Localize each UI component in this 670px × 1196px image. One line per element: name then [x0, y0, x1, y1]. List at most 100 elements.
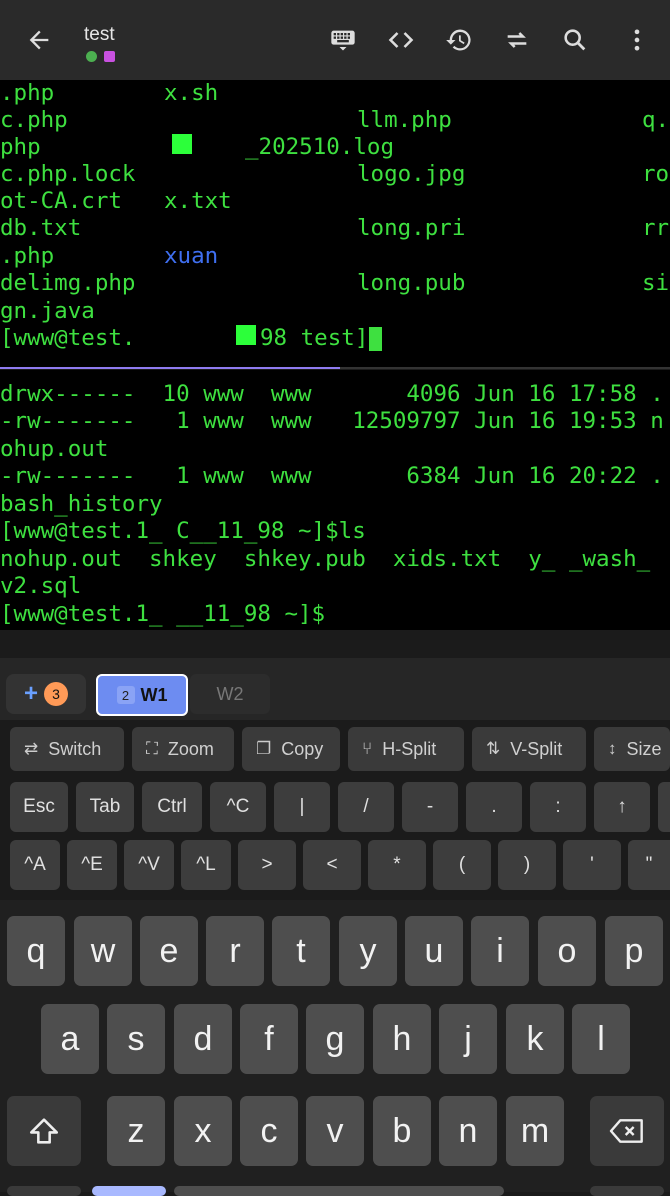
- key-ctrl-v[interactable]: ^V: [124, 840, 174, 890]
- add-window-button[interactable]: + 3: [6, 674, 86, 714]
- key-n[interactable]: n: [439, 1096, 497, 1166]
- pane-divider-active[interactable]: [0, 367, 340, 369]
- terminal-line: delimg.php long.pub si: [0, 270, 670, 296]
- swap-icon[interactable]: [499, 22, 535, 58]
- key-r[interactable]: r: [206, 916, 264, 986]
- terminal-line: v2.sql: [0, 573, 82, 599]
- search-icon[interactable]: [557, 22, 593, 58]
- terminal-line: -rw------- 1 www www 12509797 Jun 16 19:…: [0, 408, 664, 434]
- key-partial[interactable]: [658, 782, 670, 832]
- bottom-row-key[interactable]: [7, 1186, 81, 1196]
- terminal-line: c.php.lock logo.jpg ro: [0, 161, 670, 187]
- tab-w1[interactable]: 2 W1: [96, 674, 188, 716]
- key-i[interactable]: i: [471, 916, 529, 986]
- zoom-icon: ⛶: [146, 739, 158, 758]
- button-label: Zoom: [167, 738, 214, 759]
- key-z[interactable]: z: [107, 1096, 165, 1166]
- key-ctrl-l[interactable]: ^L: [181, 840, 231, 890]
- terminal-line: .php xuan: [0, 243, 219, 269]
- key-c[interactable]: c: [240, 1096, 298, 1166]
- terminal-line: ohup.out: [0, 436, 109, 462]
- key-b[interactable]: b: [373, 1096, 431, 1166]
- terminal-pane-top[interactable]: .php x.sh c.php llm.php q. php _202510.log c…: [0, 80, 670, 368]
- key-e[interactable]: e: [140, 916, 198, 986]
- key-q[interactable]: q: [7, 916, 65, 986]
- key-y[interactable]: y: [339, 916, 397, 986]
- key-ctrl-c[interactable]: ^C: [210, 782, 266, 832]
- key-close-paren[interactable]: ): [498, 840, 556, 890]
- terminal-pane-bottom[interactable]: drwx------ 10 www www 4096 Jun 16 17:58 …: [0, 370, 670, 630]
- shift-key[interactable]: [7, 1096, 81, 1166]
- key-dot[interactable]: .: [466, 782, 522, 832]
- terminal-line: bash_history: [0, 491, 163, 517]
- key-up-arrow[interactable]: ↑: [594, 782, 650, 832]
- key-s[interactable]: s: [107, 1004, 165, 1074]
- bottom-row-key[interactable]: [590, 1186, 664, 1196]
- key-a[interactable]: a: [41, 1004, 99, 1074]
- pane-divider: [340, 367, 670, 369]
- terminal-prompt: [www@test. 98 test]$: [0, 325, 382, 351]
- key-x[interactable]: x: [174, 1096, 232, 1166]
- h-split-button[interactable]: ⑂ H-Split: [348, 727, 464, 771]
- terminal-line: gn.java: [0, 298, 95, 324]
- key-k[interactable]: k: [506, 1004, 564, 1074]
- key-j[interactable]: j: [439, 1004, 497, 1074]
- terminal-line: c.php llm.php q.: [0, 107, 670, 133]
- status-indicators: [86, 51, 115, 62]
- bottom-row-key[interactable]: [92, 1186, 166, 1196]
- key-d[interactable]: d: [174, 1004, 232, 1074]
- backspace-key[interactable]: [590, 1096, 664, 1166]
- key-p[interactable]: p: [605, 916, 663, 986]
- copy-button[interactable]: ❐ Copy: [242, 727, 340, 771]
- terminal-line: db.txt long.pri rr: [0, 215, 670, 241]
- key-ctrl[interactable]: Ctrl: [142, 782, 202, 832]
- key-open-paren[interactable]: (: [433, 840, 491, 890]
- button-label: Switch: [48, 738, 102, 759]
- key-single-quote[interactable]: ': [563, 840, 621, 890]
- more-vert-icon[interactable]: [619, 22, 655, 58]
- key-double-quote[interactable]: ": [628, 840, 670, 890]
- key-colon[interactable]: :: [530, 782, 586, 832]
- key-greater-than[interactable]: >: [238, 840, 296, 890]
- key-h[interactable]: h: [373, 1004, 431, 1074]
- plus-icon: +: [23, 680, 38, 707]
- window-count-badge: 3: [44, 682, 68, 706]
- terminal-line: php _202510.log: [0, 134, 395, 160]
- key-ctrl-e[interactable]: ^E: [67, 840, 117, 890]
- spacebar-key[interactable]: [174, 1186, 504, 1196]
- key-ctrl-a[interactable]: ^A: [10, 840, 60, 890]
- pane-count-badge: 2: [116, 686, 135, 704]
- key-asterisk[interactable]: *: [368, 840, 426, 890]
- zoom-button[interactable]: ⛶ Zoom: [132, 727, 234, 771]
- key-w[interactable]: w: [74, 916, 132, 986]
- size-button[interactable]: ↕ Size: [594, 727, 670, 771]
- switch-button[interactable]: ⇄ Switch: [10, 727, 124, 771]
- session-title: test: [84, 24, 115, 45]
- soft-keyboard: q w e r t y u i o p a s d f g h j k l z …: [0, 900, 670, 1196]
- key-t[interactable]: t: [272, 916, 330, 986]
- v-split-button[interactable]: ⇅ V-Split: [472, 727, 586, 771]
- terminal-line: [www@test.1_ C__11_98 ~]$ls: [0, 518, 366, 544]
- key-less-than[interactable]: <: [303, 840, 361, 890]
- key-pipe[interactable]: |: [274, 782, 330, 832]
- key-l[interactable]: l: [572, 1004, 630, 1074]
- key-esc[interactable]: Esc: [10, 782, 68, 832]
- terminal-prompt: [www@test.1_ __11_98 ~]$: [0, 601, 326, 627]
- key-g[interactable]: g: [306, 1004, 364, 1074]
- keyboard-icon[interactable]: [325, 22, 361, 58]
- terminal-line: nohup.out shkey shkey.pub xids.txt y_ _w…: [0, 546, 651, 572]
- back-arrow-icon[interactable]: [21, 22, 57, 58]
- session-tag-icon: [104, 51, 115, 62]
- tab-w2[interactable]: W2: [190, 674, 270, 714]
- redaction-mark: [236, 325, 256, 345]
- key-dash[interactable]: -: [402, 782, 458, 832]
- history-icon[interactable]: [441, 22, 477, 58]
- key-slash[interactable]: /: [338, 782, 394, 832]
- key-u[interactable]: u: [405, 916, 463, 986]
- key-v[interactable]: v: [306, 1096, 364, 1166]
- key-tab[interactable]: Tab: [76, 782, 134, 832]
- key-f[interactable]: f: [240, 1004, 298, 1074]
- key-m[interactable]: m: [506, 1096, 564, 1166]
- key-o[interactable]: o: [538, 916, 596, 986]
- code-icon[interactable]: [383, 22, 419, 58]
